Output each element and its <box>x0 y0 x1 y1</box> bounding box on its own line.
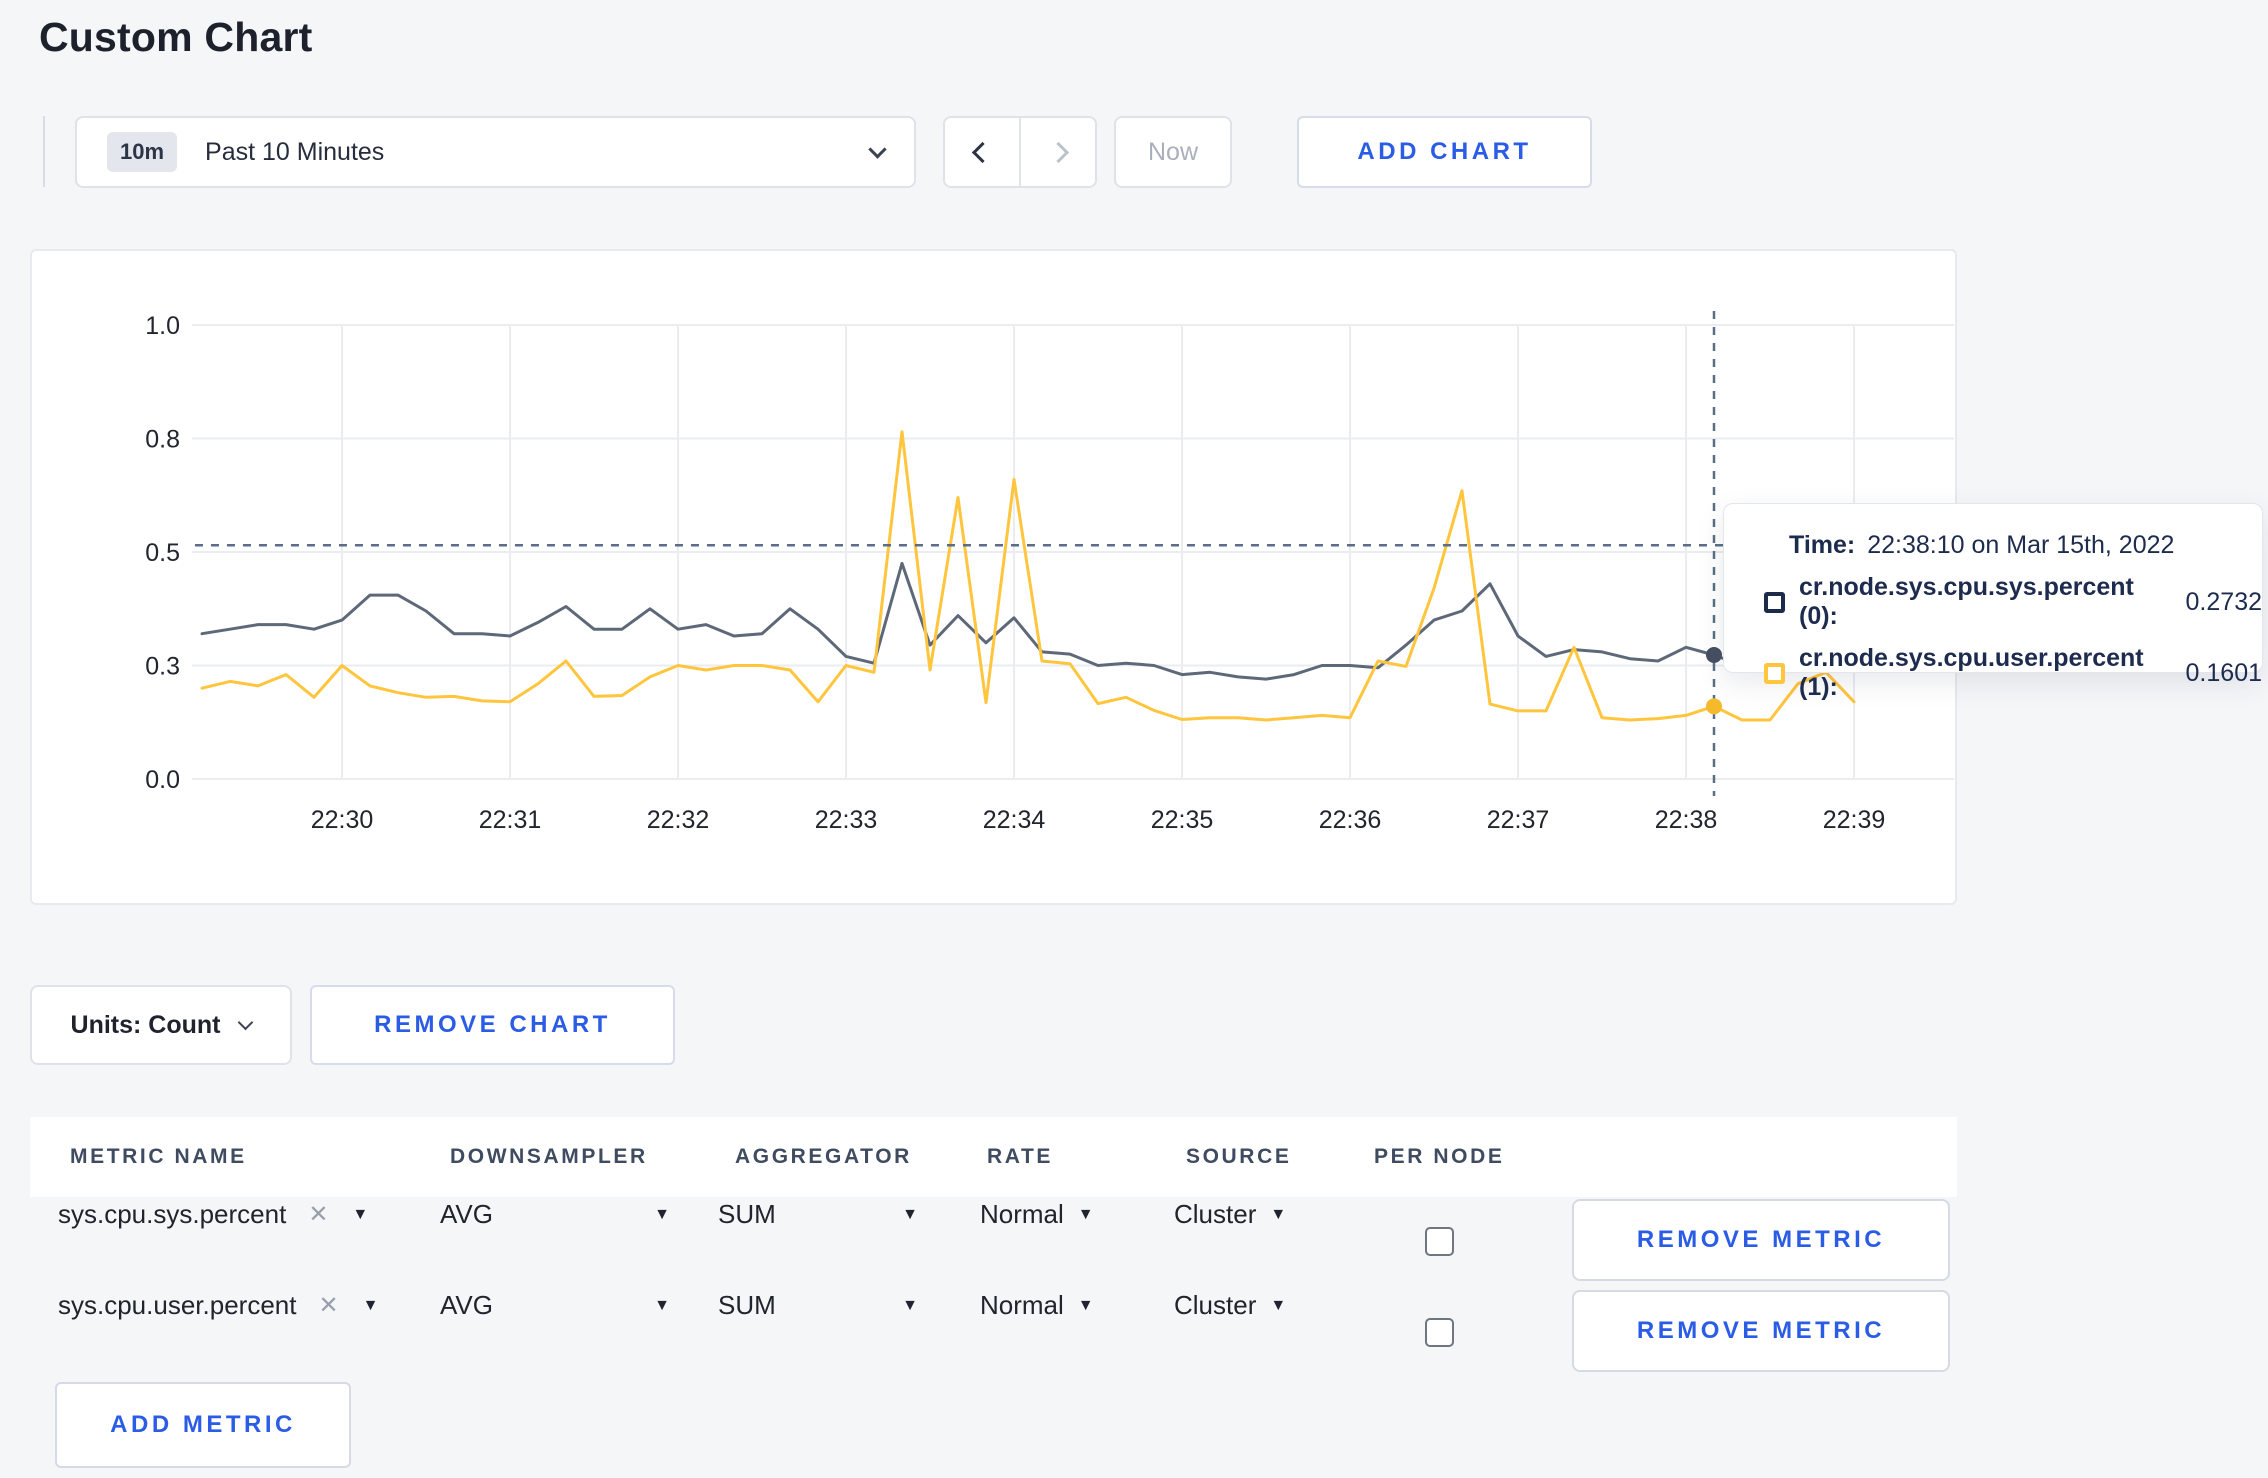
tooltip-series-sys-value: 0.2732 <box>2185 587 2262 616</box>
metrics-table-header: METRIC NAME DOWNSAMPLER AGGREGATOR RATE … <box>30 1117 1957 1197</box>
rate-value: Normal <box>980 1199 1064 1229</box>
downsampler-select[interactable]: AVG ▼ <box>440 1290 670 1321</box>
x-axis-tick-label: 22:34 <box>983 806 1046 834</box>
x-axis-tick-label: 22:31 <box>479 806 542 834</box>
col-header-aggregator: AGGREGATOR <box>735 1145 912 1168</box>
x-axis-tick-label: 22:30 <box>311 806 374 834</box>
x-axis-tick-label: 22:36 <box>1319 806 1382 834</box>
dropdown-caret-icon: ▼ <box>654 1205 670 1223</box>
metric-row-user: sys.cpu.user.percent ✕ ▼ AVG ▼ SUM ▼ Nor… <box>30 1290 1957 1380</box>
metric-name-select[interactable]: sys.cpu.user.percent ✕ ▼ <box>58 1290 378 1321</box>
remove-metric-button[interactable]: REMOVE METRIC <box>1572 1290 1950 1372</box>
aggregator-value: SUM <box>718 1199 776 1229</box>
y-axis-tick-label: 0.3 <box>145 653 180 681</box>
source-value: Cluster <box>1174 1290 1257 1320</box>
rate-value: Normal <box>980 1290 1064 1320</box>
rate-select[interactable]: Normal ▼ <box>980 1290 1094 1321</box>
time-range-label: Past 10 Minutes <box>205 137 385 166</box>
y-axis-tick-label: 1.0 <box>145 312 180 340</box>
timeseries-chart[interactable]: 1.0 0.8 0.5 0.3 0.0 22:30 22:31 22:32 22:33 22:34… <box>32 251 1955 903</box>
tooltip-series-sys-name: cr.node.sys.cpu.sys.percent (0): <box>1799 573 2134 630</box>
page-title: Custom Chart <box>39 14 313 60</box>
clear-metric-icon[interactable]: ✕ <box>318 1291 338 1320</box>
time-range-dropdown[interactable]: 10m Past 10 Minutes <box>75 116 916 188</box>
now-button[interactable]: Now <box>1114 116 1232 188</box>
chevron-left-icon <box>971 141 993 163</box>
col-header-source: SOURCE <box>1186 1145 1292 1168</box>
dropdown-caret-icon: ▼ <box>902 1205 918 1223</box>
prev-time-button[interactable] <box>945 118 1019 186</box>
dropdown-caret-icon: ▼ <box>1270 1205 1287 1223</box>
series-user-legend-swatch <box>1764 662 1785 684</box>
next-time-button[interactable] <box>1019 118 1095 186</box>
metric-name-select[interactable]: sys.cpu.sys.percent ✕ ▼ <box>58 1199 368 1230</box>
clear-metric-icon[interactable]: ✕ <box>308 1200 328 1229</box>
downsampler-select[interactable]: AVG ▼ <box>440 1199 670 1230</box>
cursor-marker-0 <box>1706 646 1722 663</box>
toolbar-divider <box>43 116 45 187</box>
add-metric-button[interactable]: ADD METRIC <box>55 1382 351 1468</box>
y-axis-tick-label: 0.8 <box>145 426 180 454</box>
series-sys-legend-swatch <box>1764 591 1785 613</box>
units-dropdown[interactable]: Units: Count <box>30 985 292 1065</box>
source-value: Cluster <box>1174 1199 1257 1229</box>
col-header-downsampler: DOWNSAMPLER <box>450 1145 648 1168</box>
metric-name-value: sys.cpu.sys.percent <box>58 1199 287 1229</box>
downsampler-value: AVG <box>440 1199 493 1229</box>
series-line-0 <box>200 561 1856 681</box>
chevron-down-icon <box>868 139 887 159</box>
units-label: Units: Count <box>70 1010 221 1039</box>
chevron-down-icon <box>238 1014 254 1031</box>
aggregator-select[interactable]: SUM ▼ <box>718 1199 918 1230</box>
per-node-checkbox[interactable] <box>1425 1318 1454 1347</box>
dropdown-caret-icon: ▼ <box>1077 1296 1094 1314</box>
dropdown-caret-icon: ▼ <box>902 1296 918 1314</box>
per-node-checkbox[interactable] <box>1425 1227 1454 1256</box>
aggregator-value: SUM <box>718 1290 776 1320</box>
dropdown-caret-icon: ▼ <box>352 1205 369 1223</box>
chart-card: 1.0 0.8 0.5 0.3 0.0 22:30 22:31 22:32 22:33 22:34… <box>30 249 1957 905</box>
time-pager <box>943 116 1097 188</box>
time-range-badge: 10m <box>107 132 178 172</box>
col-header-metric-name: METRIC NAME <box>70 1145 247 1168</box>
x-axis-tick-label: 22:39 <box>1823 806 1886 834</box>
x-axis-tick-label: 22:35 <box>1151 806 1214 834</box>
cursor-marker-1 <box>1706 698 1722 715</box>
metric-name-value: sys.cpu.user.percent <box>58 1290 297 1320</box>
x-axis-tick-label: 22:38 <box>1655 806 1718 834</box>
col-header-per-node: PER NODE <box>1374 1145 1505 1168</box>
add-chart-button[interactable]: ADD CHART <box>1297 116 1592 188</box>
x-axis-tick-label: 22:33 <box>815 806 878 834</box>
tooltip-time-label: Time: <box>1789 531 1856 559</box>
source-select[interactable]: Cluster ▼ <box>1174 1199 1286 1230</box>
x-axis-tick-label: 22:32 <box>647 806 710 834</box>
dropdown-caret-icon: ▼ <box>1077 1205 1094 1223</box>
source-select[interactable]: Cluster ▼ <box>1174 1290 1286 1321</box>
tooltip-time-value: 22:38:10 on Mar 15th, 2022 <box>1867 531 2175 559</box>
rate-select[interactable]: Normal ▼ <box>980 1199 1094 1230</box>
metric-row-sys: sys.cpu.sys.percent ✕ ▼ AVG ▼ SUM ▼ Norm… <box>30 1199 1957 1289</box>
dropdown-caret-icon: ▼ <box>654 1296 670 1314</box>
y-axis-tick-label: 0.0 <box>145 766 180 794</box>
downsampler-value: AVG <box>440 1290 493 1320</box>
tooltip-series-user-name: cr.node.sys.cpu.user.percent (1): <box>1799 644 2144 701</box>
chevron-right-icon <box>1047 141 1069 163</box>
chart-tooltip: Time: 22:38:10 on Mar 15th, 2022 cr.node… <box>1723 503 2263 701</box>
dropdown-caret-icon: ▼ <box>1270 1296 1287 1314</box>
remove-chart-button[interactable]: REMOVE CHART <box>310 985 675 1065</box>
series-line-1 <box>200 430 1856 722</box>
tooltip-series-user-value: 0.1601 <box>2185 658 2262 687</box>
dropdown-caret-icon: ▼ <box>362 1296 379 1314</box>
remove-metric-button[interactable]: REMOVE METRIC <box>1572 1199 1950 1281</box>
x-axis-tick-label: 22:37 <box>1487 806 1550 834</box>
y-axis-tick-label: 0.5 <box>145 539 180 567</box>
aggregator-select[interactable]: SUM ▼ <box>718 1290 918 1321</box>
col-header-rate: RATE <box>987 1145 1054 1168</box>
